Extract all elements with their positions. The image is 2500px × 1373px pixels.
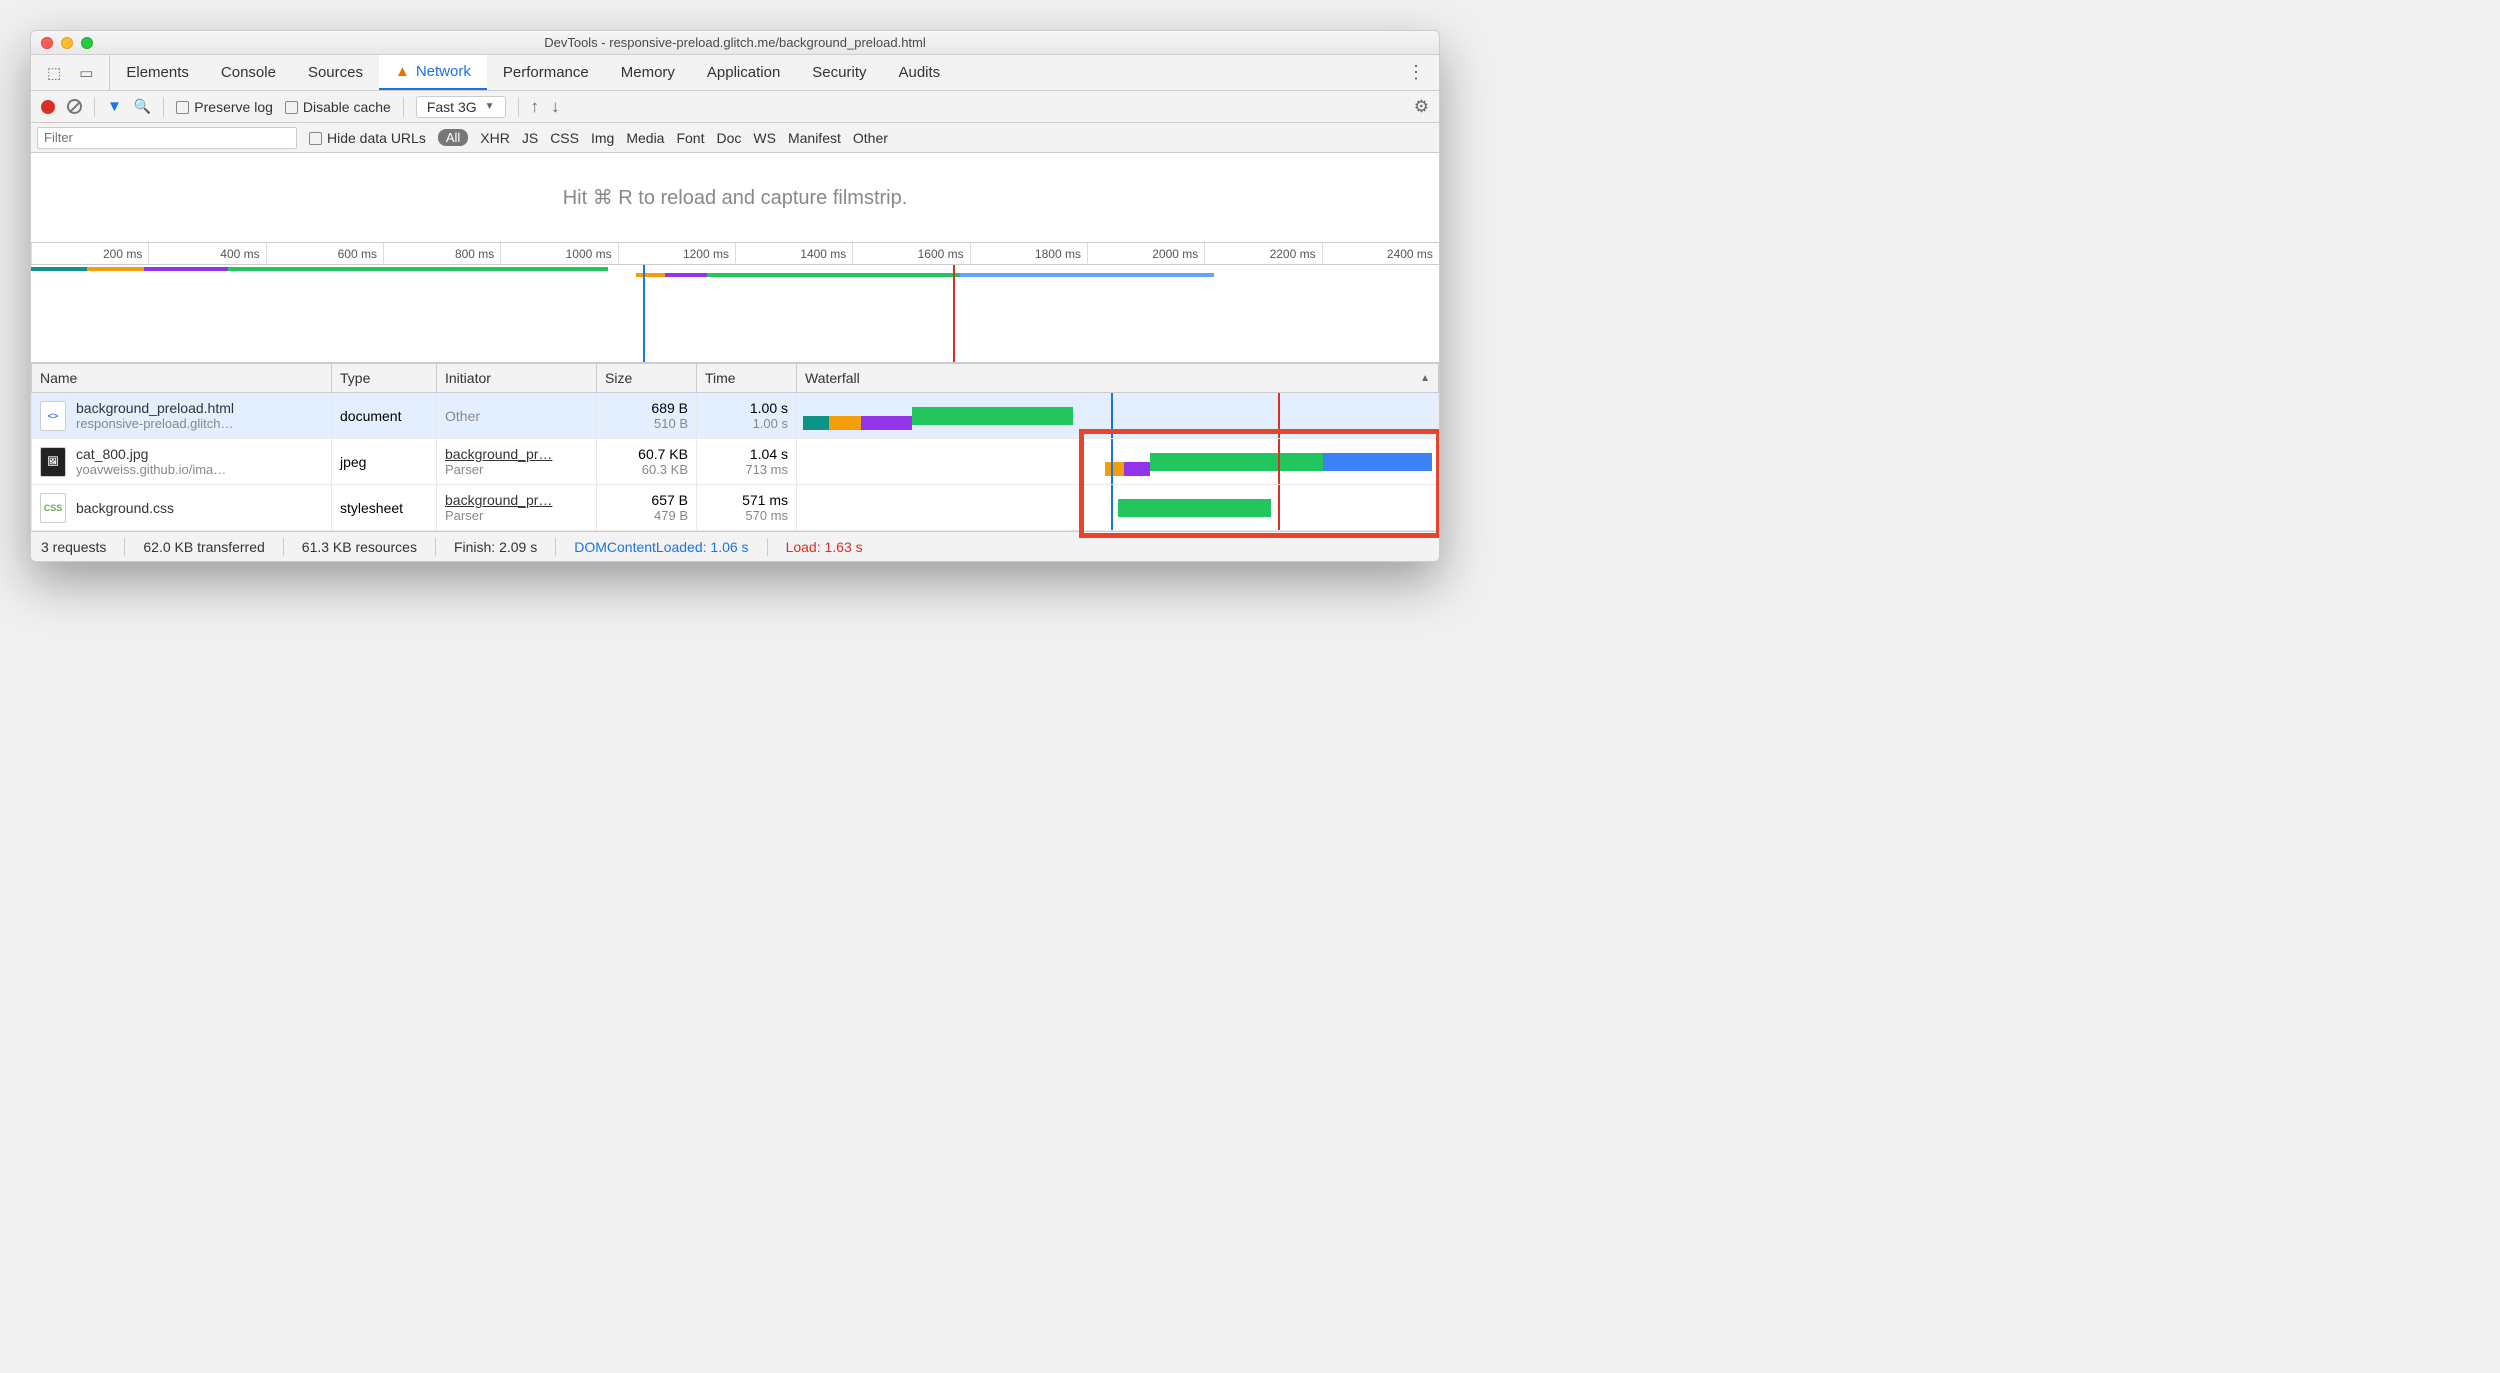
timeline-tick: 2000 ms (1087, 243, 1204, 264)
status-resources: 61.3 KB resources (302, 539, 417, 555)
html-file-icon: <> (40, 401, 66, 431)
timeline-tick: 1600 ms (852, 243, 969, 264)
col-name[interactable]: Name (32, 364, 332, 393)
download-har-icon[interactable]: ↓ (551, 97, 560, 117)
tab-memory[interactable]: Memory (605, 55, 691, 90)
filter-img[interactable]: Img (591, 130, 614, 146)
tab-elements[interactable]: Elements (110, 55, 205, 90)
col-time[interactable]: Time (697, 364, 797, 393)
tab-performance[interactable]: Performance (487, 55, 605, 90)
image-file-icon: 🖼 (40, 447, 66, 477)
filter-css[interactable]: CSS (550, 130, 579, 146)
status-load: Load: 1.63 s (786, 539, 863, 555)
sort-icon: ▲ (1420, 373, 1430, 384)
filter-bar: Hide data URLs All XHR JS CSS Img Media … (31, 123, 1439, 153)
filter-input[interactable] (37, 127, 297, 149)
filmstrip-hint: Hit ⌘ R to reload and capture filmstrip. (31, 153, 1439, 243)
col-type[interactable]: Type (332, 364, 437, 393)
tab-application[interactable]: Application (691, 55, 796, 90)
status-finish: Finish: 2.09 s (454, 539, 537, 555)
tab-sources[interactable]: Sources (292, 55, 379, 90)
css-file-icon: CSS (40, 493, 66, 523)
more-menu-icon[interactable]: ⋮ (1393, 62, 1439, 83)
settings-icon[interactable]: ⚙ (1414, 97, 1429, 117)
filter-js[interactable]: JS (522, 130, 538, 146)
inspect-icon[interactable]: ⬚ (47, 64, 61, 82)
device-toggle-icon[interactable]: ▭ (79, 64, 93, 82)
table-row[interactable]: 🖼 cat_800.jpgyoavweiss.github.io/ima… jp… (32, 439, 1439, 485)
waterfall-cell (797, 485, 1439, 531)
filter-all[interactable]: All (438, 129, 468, 146)
network-toolbar: ▼ 🔍 Preserve log Disable cache Fast 3G▼ … (31, 91, 1439, 123)
timeline-tick: 1200 ms (618, 243, 735, 264)
col-initiator[interactable]: Initiator (437, 364, 597, 393)
overview-bars (31, 267, 1439, 273)
network-table: Name Type Initiator Size Time Waterfall▲… (31, 363, 1439, 531)
chevron-down-icon: ▼ (485, 101, 495, 112)
filter-font[interactable]: Font (676, 130, 704, 146)
filter-other[interactable]: Other (853, 130, 888, 146)
status-transferred: 62.0 KB transferred (143, 539, 264, 555)
preserve-log-checkbox[interactable]: Preserve log (176, 99, 273, 115)
col-waterfall[interactable]: Waterfall▲ (797, 364, 1439, 393)
status-bar: 3 requests 62.0 KB transferred 61.3 KB r… (31, 531, 1439, 561)
devtools-window: DevTools - responsive-preload.glitch.me/… (30, 30, 1440, 562)
filter-xhr[interactable]: XHR (480, 130, 510, 146)
status-requests: 3 requests (41, 539, 106, 555)
warning-icon: ▲ (395, 63, 410, 80)
upload-har-icon[interactable]: ↑ (531, 97, 540, 117)
clear-button[interactable] (67, 99, 82, 114)
timeline-tick: 1000 ms (500, 243, 617, 264)
filter-ws[interactable]: WS (753, 130, 776, 146)
timeline-tick: 800 ms (383, 243, 500, 264)
filter-toggle-icon[interactable]: ▼ (107, 98, 122, 115)
timeline-tick: 2200 ms (1204, 243, 1321, 264)
col-size[interactable]: Size (597, 364, 697, 393)
filter-media[interactable]: Media (626, 130, 664, 146)
table-row[interactable]: <> background_preload.htmlresponsive-pre… (32, 393, 1439, 439)
tab-audits[interactable]: Audits (882, 55, 956, 90)
status-dcl: DOMContentLoaded: 1.06 s (574, 539, 748, 555)
timeline-tick: 2400 ms (1322, 243, 1439, 264)
timeline-tick: 200 ms (31, 243, 148, 264)
timeline-tick: 1800 ms (970, 243, 1087, 264)
hide-data-urls-checkbox[interactable]: Hide data URLs (309, 130, 426, 146)
tab-console[interactable]: Console (205, 55, 292, 90)
filter-manifest[interactable]: Manifest (788, 130, 841, 146)
timeline-overview[interactable]: 200 ms 400 ms 600 ms 800 ms 1000 ms 1200… (31, 243, 1439, 363)
timeline-tick: 400 ms (148, 243, 265, 264)
tab-network[interactable]: ▲ Network (379, 55, 487, 90)
filter-doc[interactable]: Doc (716, 130, 741, 146)
table-row[interactable]: CSS background.css stylesheet background… (32, 485, 1439, 531)
titlebar: DevTools - responsive-preload.glitch.me/… (31, 31, 1439, 55)
timeline-tick: 600 ms (266, 243, 383, 264)
disable-cache-checkbox[interactable]: Disable cache (285, 99, 391, 115)
record-button[interactable] (41, 100, 55, 114)
window-title: DevTools - responsive-preload.glitch.me/… (31, 35, 1439, 50)
throttling-select[interactable]: Fast 3G▼ (416, 96, 506, 118)
timeline-tick: 1400 ms (735, 243, 852, 264)
panel-tabs: ⬚ ▭ Elements Console Sources ▲ Network P… (31, 55, 1439, 91)
search-icon[interactable]: 🔍 (134, 98, 151, 115)
waterfall-cell (797, 439, 1439, 485)
tab-security[interactable]: Security (796, 55, 882, 90)
waterfall-cell (797, 393, 1439, 439)
